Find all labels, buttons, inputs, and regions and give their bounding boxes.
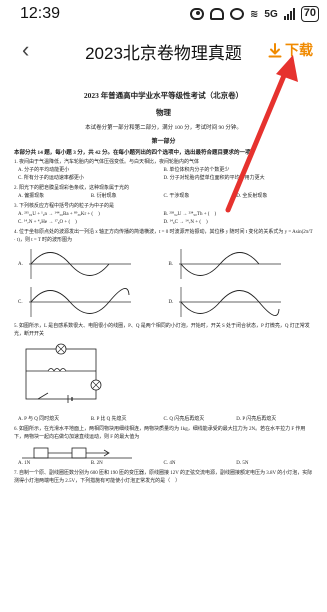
question-3: 3. 下列核反应方程中括号内的粒子为中子的是 <box>14 204 115 209</box>
download-icon <box>268 42 282 57</box>
option: C. ¹⁴₇N + ⁴₂He → ¹⁷₈O + ( ) <box>18 220 77 225</box>
wave-graph-a: A. <box>18 247 159 281</box>
option: D. 5N <box>236 461 249 466</box>
option: A. 分子的平均动能更小 <box>18 168 70 173</box>
doc-note: 本试卷分第一部分和第二部分，满分 100 分，考试时间 90 分钟。 <box>85 125 242 131</box>
graph-label: A. <box>18 261 23 267</box>
option: B. 2N <box>90 461 103 466</box>
wave-b-plot <box>179 249 282 279</box>
nav-bar: ‹ 2023北京卷物理真题 下载 <box>0 30 327 70</box>
mute-icon <box>210 8 225 20</box>
download-button[interactable]: 下载 <box>268 40 313 60</box>
question-4-graphs: A. B. C. D. <box>8 245 319 321</box>
question-1: 1. 夜间由于气温降低，汽车轮胎内的气体压强变低。与白天相比，夜间轮胎内的气体 <box>14 160 200 165</box>
question-5: 5. 如图所示，L 是自感系数很大、电阻很小的线圈，P、Q 是两个相同的小灯泡，… <box>14 324 310 337</box>
wave-a-plot <box>28 249 131 279</box>
option: A. ²³⁵₉₂U + ¹₀n → ¹⁴⁴₅₆Ba + ⁸⁹₃₆Kr + ( ) <box>18 212 100 217</box>
option: B. P 比 Q 先熄灭 <box>90 417 127 422</box>
question-6: 6. 如图所示，在光滑水平地面上，两相同物块用细线相连，两物块质量均为 1kg，… <box>14 427 306 440</box>
option: D. P 闪亮后再熄灭 <box>236 417 277 422</box>
option: D. 全反射现象 <box>236 194 268 199</box>
circuit-diagram <box>25 343 102 403</box>
option: A. P 与 Q 同时熄灭 <box>18 417 60 422</box>
wave-d-plot <box>179 287 282 317</box>
alarm-icon <box>230 8 245 20</box>
question-1-options: A. 分子的平均动能更小 B. 单位体积内分子的个数更少 C. 所有分子的运动速… <box>8 167 319 183</box>
doc-title: 2023 年普通高中学业水平等级性考试（北京卷） <box>83 91 244 100</box>
doc-part-heading: 第一部分 <box>151 139 176 145</box>
graph-label: C. <box>18 299 23 305</box>
download-label: 下载 <box>285 42 313 58</box>
status-time: 12:39 <box>20 5 61 22</box>
option: A. 偏振现象 <box>18 194 45 199</box>
question-2: 2. 阳光下的肥皂膜呈现彩色条纹，这种现象属于光的 <box>14 186 130 191</box>
network-type: 5G <box>264 8 278 20</box>
question-3-options: A. ²³⁵₉₂U + ¹₀n → ¹⁴⁴₅₆Ba + ⁸⁹₃₆Kr + ( )… <box>8 211 319 227</box>
option: B. 单位体积内分子的个数更少 <box>163 168 230 173</box>
signal-icon <box>283 8 295 20</box>
status-icons: ≋ 5G 70 <box>190 6 319 22</box>
wave-graph-d: D. <box>169 285 310 319</box>
wave-graph-b: B. <box>169 247 310 281</box>
option: C. 4N <box>163 461 176 466</box>
wave-graph-c: C. <box>18 285 159 319</box>
blocks-diagram <box>22 447 132 459</box>
question-6-options: A. 1N B. 2N C. 4N D. 5N <box>8 460 319 468</box>
question-5-options: A. P 与 Q 同时熄灭 B. P 比 Q 先熄灭 C. Q 闪亮后再熄灭 D… <box>8 416 319 424</box>
document-preview[interactable]: 2023 年普通高中学业水平等级性考试（北京卷） 物理 本试卷分第一部分和第二部… <box>8 82 319 612</box>
eye-icon <box>190 8 205 20</box>
battery-icon: 70 <box>300 6 319 22</box>
question-4: 4. 位于坐标原点处的波源发出一列沿 x 轴正方向传播的简谐横波，t = 0 时… <box>14 230 313 243</box>
option: C. 所有分子的运动速率都更小 <box>18 176 84 181</box>
question-2-options: A. 偏振现象 B. 衍射现象 C. 干涉现象 D. 全反射现象 <box>8 193 319 201</box>
wifi-icon: ≋ <box>250 8 259 20</box>
graph-label: B. <box>168 261 174 267</box>
option: C. Q 闪亮后再熄灭 <box>163 417 205 422</box>
option: B. ²³⁸₉₂U → ²³⁴₉₀Th + ( ) <box>163 212 217 217</box>
doc-instructions: 本部分共 14 题，每小题 3 分，共 42 分。在每小题列出的四个选项中，选出… <box>14 150 257 156</box>
option: D. 分子对轮胎内壁单位面积的平均作用力更大 <box>163 176 265 181</box>
graph-label: D. <box>168 299 174 305</box>
option: A. 1N <box>18 461 31 466</box>
option: B. 衍射现象 <box>90 194 117 199</box>
wave-c-plot <box>28 287 131 317</box>
option: C. 干涉现象 <box>163 194 190 199</box>
doc-subject: 物理 <box>156 108 171 117</box>
status-bar: 12:39 ≋ 5G 70 <box>0 0 327 28</box>
question-7: 7. 自制一个原、副线圈匝数分别为 600 匝和 190 匝的变压器，原线圈接 … <box>14 471 313 484</box>
option: D. ¹⁴₆C → ¹⁴₇N + ( ) <box>163 220 208 225</box>
